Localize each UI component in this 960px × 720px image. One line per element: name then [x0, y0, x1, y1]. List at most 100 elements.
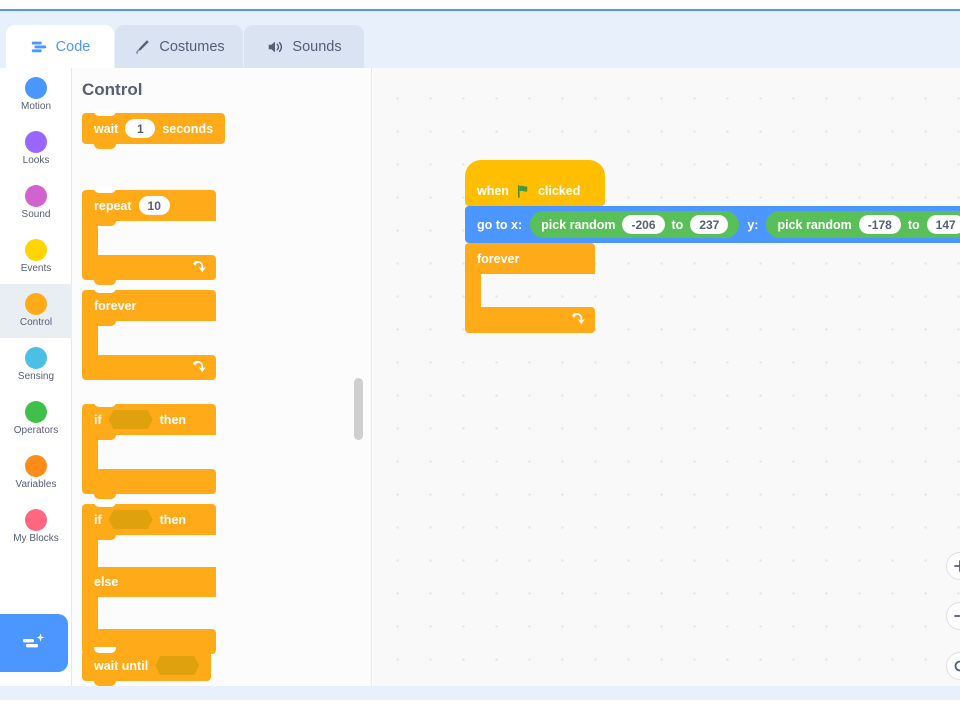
palette-block-repeat[interactable]: repeat 10	[82, 187, 216, 285]
sidebar-item-operators[interactable]: Operators	[0, 392, 72, 446]
script-block-pick-random-x[interactable]: pick random -206 to 237	[530, 211, 740, 238]
sidebar-item-my-blocks[interactable]: My Blocks	[0, 500, 72, 554]
palette-block-if-else[interactable]: if then else	[82, 501, 216, 659]
to-label: to	[907, 217, 920, 232]
sidebar-item-label: My Blocks	[13, 533, 59, 544]
palette-block-wait[interactable]: wait 1 seconds	[82, 110, 226, 149]
editor-body: Motion Looks Sound Events Control Sensin…	[0, 68, 960, 686]
pick-random-label: pick random	[541, 217, 616, 232]
events-color-dot	[25, 239, 47, 261]
forever-label: forever	[477, 251, 520, 266]
tab-sounds-label: Sounds	[292, 38, 342, 55]
wait-seconds-input[interactable]: 1	[125, 119, 156, 138]
palette-category-title: Control	[82, 80, 143, 99]
if-bottom-nub	[94, 494, 116, 499]
tab-code[interactable]: Code	[6, 25, 114, 68]
zoom-reset-button[interactable]	[946, 652, 960, 680]
clicked-label: clicked	[537, 184, 581, 198]
add-extension-icon	[21, 630, 47, 656]
repeat-c-foot	[82, 255, 216, 285]
pick-random-y-to-input[interactable]: 147	[926, 215, 960, 234]
sidebar-item-label: Control	[19, 317, 53, 328]
wait-until-label: wait until	[94, 658, 149, 673]
palette-block-forever[interactable]: forever	[82, 287, 216, 380]
forever-c-arm	[82, 321, 98, 355]
pick-random-label: pick random	[777, 217, 852, 232]
repeat-count-input[interactable]: 10	[138, 196, 170, 215]
tab-sounds[interactable]: Sounds	[244, 25, 364, 68]
wait-until-condition-slot[interactable]	[155, 656, 200, 675]
speaker-icon	[266, 38, 284, 56]
motion-color-dot	[25, 77, 47, 99]
variables-color-dot	[25, 455, 47, 477]
zoom-in-icon	[952, 558, 960, 574]
sidebar-item-motion[interactable]: Motion	[0, 68, 72, 122]
script-block-go-to-xy[interactable]: go to x: pick random -206 to 237 y: pick…	[465, 206, 960, 248]
add-extension-button[interactable]	[0, 614, 68, 672]
then-label: then	[159, 512, 187, 527]
block-palette[interactable]: Control wait 1 seconds repeat 10 forever…	[72, 68, 372, 686]
code-icon	[30, 38, 48, 56]
pick-random-y-from-input[interactable]: -178	[858, 215, 901, 234]
brush-icon	[133, 38, 151, 56]
tab-code-label: Code	[55, 38, 91, 55]
to-label: to	[671, 217, 684, 232]
repeat-c-arm	[82, 221, 98, 255]
zoom-reset-icon	[952, 658, 960, 674]
script-block-when-flag-clicked[interactable]: when clicked	[465, 160, 605, 211]
if-else-condition-slot[interactable]	[108, 510, 153, 529]
loop-arrow-icon	[191, 260, 206, 275]
zoom-out-button[interactable]	[946, 602, 960, 630]
scratch-editor: Code Costumes Sounds Motion Looks Sound …	[0, 0, 960, 720]
if-else-c-arm-2	[82, 597, 98, 629]
script-block-forever[interactable]: forever	[465, 243, 595, 333]
bottom-spacer	[0, 700, 960, 720]
if-label: if	[94, 512, 102, 527]
wait-label: wait	[94, 121, 119, 136]
if-label: if	[94, 412, 102, 427]
loop-arrow-icon	[191, 360, 206, 375]
repeat-bottom-nub	[94, 280, 116, 285]
if-condition-slot[interactable]	[108, 410, 153, 429]
control-color-dot	[25, 293, 47, 315]
script-block-pick-random-y[interactable]: pick random -178 to 147	[766, 211, 960, 238]
sidebar-item-control[interactable]: Control	[0, 284, 72, 338]
sidebar-item-label: Looks	[22, 155, 50, 166]
y-label: y:	[747, 217, 759, 232]
green-flag-icon	[516, 184, 531, 199]
zoom-in-button[interactable]	[946, 552, 960, 580]
hat-body: when clicked	[465, 176, 605, 211]
tab-costumes[interactable]: Costumes	[115, 25, 243, 68]
pick-random-x-from-input[interactable]: -206	[622, 215, 665, 234]
zoom-out-icon	[952, 608, 960, 624]
code-workspace[interactable]: when clicked go to x: pick random -206 t…	[373, 68, 960, 686]
sidebar-item-label: Motion	[20, 101, 51, 112]
palette-scrollbar-thumb[interactable]	[354, 378, 363, 440]
sidebar-item-events[interactable]: Events	[0, 230, 72, 284]
sidebar-item-label: Operators	[13, 425, 59, 436]
go-to-x-label: go to x:	[477, 217, 523, 232]
sidebar-item-label: Sound	[21, 209, 51, 220]
my-blocks-color-dot	[25, 509, 47, 531]
palette-block-wait-until[interactable]: wait until	[82, 647, 212, 686]
palette-block-if-then[interactable]: if then	[82, 401, 216, 499]
repeat-label: repeat	[94, 198, 132, 213]
looks-color-dot	[25, 131, 47, 153]
sidebar-item-label: Events	[20, 263, 52, 274]
sidebar-item-label: Variables	[15, 479, 57, 490]
bottom-accent-strip	[0, 686, 960, 700]
sidebar-item-sensing[interactable]: Sensing	[0, 338, 72, 392]
then-label: then	[159, 412, 187, 427]
when-label: when	[477, 184, 509, 198]
goto-body: go to x: pick random -206 to 237 y: pick…	[465, 206, 960, 248]
sidebar-item-variables[interactable]: Variables	[0, 446, 72, 500]
if-else-c-arm-1	[82, 535, 98, 567]
forever-c-foot	[82, 355, 216, 380]
sidebar-item-sound[interactable]: Sound	[0, 176, 72, 230]
script-forever-head: forever	[465, 243, 595, 274]
tab-costumes-label: Costumes	[159, 38, 225, 55]
tab-bar: Code Costumes Sounds	[0, 11, 960, 68]
sidebar-item-looks[interactable]: Looks	[0, 122, 72, 176]
pick-random-x-to-input[interactable]: 237	[690, 215, 729, 234]
script-forever-foot	[465, 307, 595, 333]
